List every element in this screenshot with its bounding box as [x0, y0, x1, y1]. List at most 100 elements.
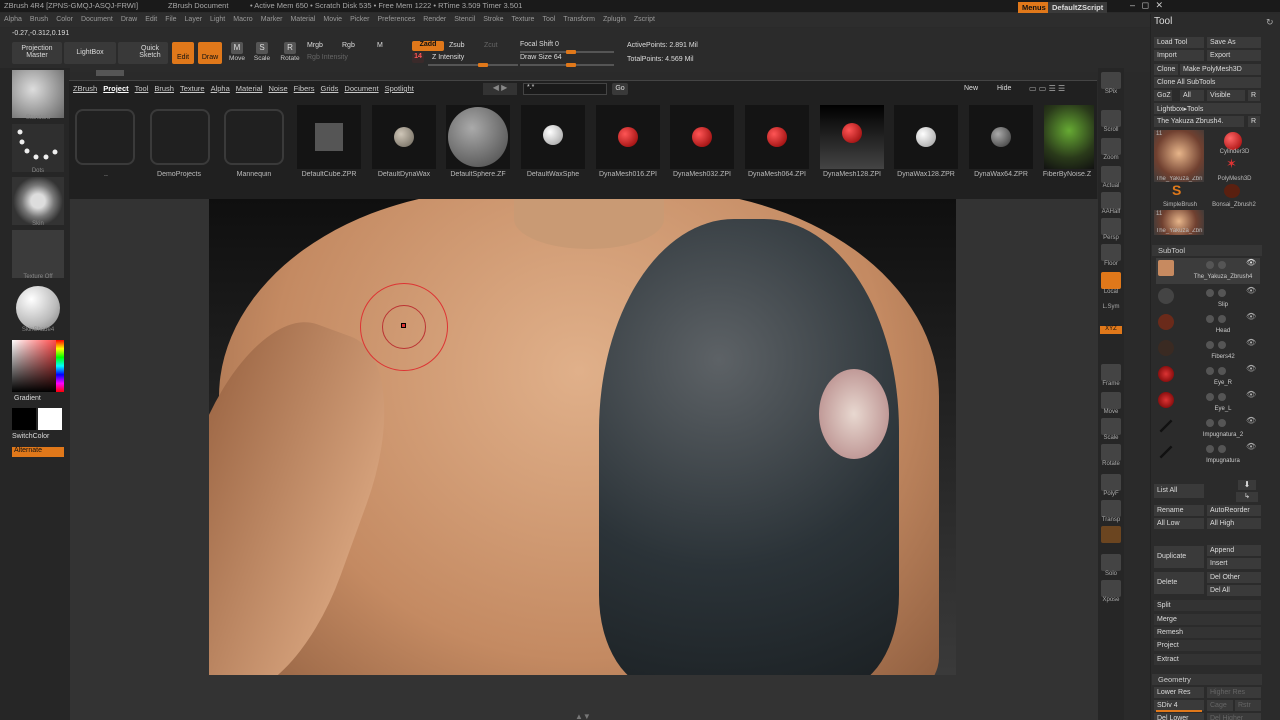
menu-material[interactable]: Material	[286, 13, 319, 23]
remesh-section[interactable]: Remesh	[1154, 627, 1261, 638]
menu-layer[interactable]: Layer	[181, 13, 207, 23]
menu-file[interactable]: File	[161, 13, 180, 23]
subtool-row[interactable]: 👁 Eye_R	[1156, 364, 1260, 390]
goz-r-button[interactable]: R	[1248, 90, 1260, 101]
maximize-icon[interactable]: ◻	[1142, 0, 1149, 10]
scroll-button[interactable]: Scroll	[1100, 110, 1122, 133]
gradient-button[interactable]: Gradient	[14, 395, 41, 402]
delete-button[interactable]: Delete	[1154, 572, 1204, 594]
zoom-button[interactable]: Zoom	[1100, 138, 1122, 161]
lightbox-tools-button[interactable]: Lightbox▸Tools	[1154, 103, 1261, 114]
zcut-button[interactable]: Zcut	[484, 42, 498, 49]
cage-button[interactable]: Cage	[1207, 700, 1233, 711]
move-down-branch-icon[interactable]: ↳	[1236, 492, 1258, 502]
menu-render[interactable]: Render	[419, 13, 450, 23]
bonsai-thumb[interactable]	[1224, 184, 1240, 198]
menu-edit[interactable]: Edit	[141, 13, 161, 23]
higher-res-button[interactable]: Higher Res	[1207, 687, 1261, 698]
subtool-toggle[interactable]	[1218, 261, 1226, 269]
menu-draw[interactable]: Draw	[117, 13, 141, 23]
menu-zplugin[interactable]: Zplugin	[599, 13, 630, 23]
focal-shift-slider[interactable]: Focal Shift 0	[520, 41, 559, 48]
subtool-row[interactable]: 👁 Head	[1156, 312, 1260, 338]
move-mode-button[interactable]: M Move	[227, 42, 247, 62]
viewport-canvas[interactable]	[209, 199, 956, 675]
subtool-toggle[interactable]	[1206, 445, 1214, 453]
move-down-arrow-icon[interactable]: ⬇	[1238, 480, 1256, 490]
current-tool-slider[interactable]: The Yakuza Zbrush4.	[1154, 116, 1244, 127]
menu-texture[interactable]: Texture	[507, 13, 538, 23]
rotate-view-button[interactable]: Rotate	[1100, 444, 1122, 467]
polymesh-star-icon[interactable]: ✶	[1226, 156, 1237, 172]
subtool-row[interactable]: 👁 Impugnatura_2	[1156, 416, 1260, 442]
folder-icon[interactable]	[224, 109, 284, 165]
menu-transform[interactable]: Transform	[559, 13, 599, 23]
eye-icon[interactable]: 👁	[1246, 416, 1256, 425]
move-view-button[interactable]: Move	[1100, 392, 1122, 415]
import-button[interactable]: Import	[1154, 50, 1204, 61]
eye-icon[interactable]: 👁	[1246, 390, 1256, 399]
subtool-toggle[interactable]	[1206, 289, 1214, 297]
z-intensity-slider[interactable]: Z Intensity	[432, 54, 464, 61]
mrgb-button[interactable]: Mrgb	[307, 42, 323, 49]
project-thumb[interactable]	[596, 105, 660, 169]
tab-tool[interactable]: Tool	[135, 84, 149, 93]
folder-icon[interactable]	[75, 109, 135, 165]
floor-button[interactable]: Floor	[1100, 244, 1122, 267]
zadd-button[interactable]: Zadd	[412, 41, 444, 51]
zsub-button[interactable]: Zsub	[449, 42, 465, 49]
tool-thumb-current[interactable]	[1154, 130, 1204, 182]
search-input[interactable]: *.*	[523, 83, 607, 95]
go-button[interactable]: Go	[612, 83, 628, 95]
subtool-toggle[interactable]	[1206, 419, 1214, 427]
menu-marker[interactable]: Marker	[257, 13, 287, 23]
insert-button[interactable]: Insert	[1207, 558, 1261, 569]
solo-button[interactable]: Solo	[1100, 554, 1122, 577]
subtool-toggle[interactable]	[1206, 341, 1214, 349]
tab-alpha[interactable]: Alpha	[211, 84, 230, 93]
merge-section[interactable]: Merge	[1154, 614, 1261, 625]
tab-spotlight[interactable]: Spotlight	[385, 84, 414, 93]
lightbox-button[interactable]: LightBox	[64, 42, 116, 64]
subtool-toggle[interactable]	[1218, 289, 1226, 297]
del-all-button[interactable]: Del All	[1207, 585, 1261, 596]
project-section[interactable]: Project	[1154, 640, 1261, 651]
hide-button[interactable]: Hide	[997, 85, 1011, 92]
transp-button[interactable]: Transp	[1100, 500, 1122, 523]
menu-light[interactable]: Light	[206, 13, 229, 23]
scale-mode-button[interactable]: S Scale	[252, 42, 272, 62]
subtool-row[interactable]: 👁 Impugnatura	[1156, 442, 1260, 468]
palette-refresh-icon[interactable]: ↻	[1266, 17, 1274, 28]
alternate-button[interactable]: Alternate	[12, 447, 64, 457]
append-button[interactable]: Append	[1207, 545, 1261, 556]
xyz-button[interactable]: XYZ	[1100, 326, 1122, 334]
project-thumb[interactable]	[894, 105, 958, 169]
spix-button[interactable]: SPix	[1100, 72, 1122, 95]
menu-document[interactable]: Document	[77, 13, 117, 23]
menu-picker[interactable]: Picker	[346, 13, 373, 23]
menu-color[interactable]: Color	[52, 13, 77, 23]
z-intensity-track[interactable]	[428, 63, 518, 67]
del-other-button[interactable]: Del Other	[1207, 572, 1261, 583]
window-controls[interactable]: – ◻ ✕	[1130, 0, 1163, 11]
subtool-row[interactable]: 👁 The_Yakuza_Zbrush4	[1156, 258, 1260, 284]
material-skinshade-thumb[interactable]	[16, 286, 60, 330]
del-lower-button[interactable]: Del Lower	[1154, 713, 1204, 720]
draw-mode-button[interactable]: Draw	[198, 42, 222, 64]
texture-off-thumb[interactable]	[12, 230, 64, 278]
menu-zscript[interactable]: Zscript	[630, 13, 659, 23]
projection-master-button[interactable]: Projection Master	[12, 42, 62, 64]
rgb-button[interactable]: Rgb	[342, 42, 355, 49]
new-button[interactable]: New	[964, 85, 978, 92]
nav-arrows[interactable]: ◀ ▶	[483, 83, 517, 95]
rename-button[interactable]: Rename	[1154, 505, 1204, 516]
frame-button[interactable]: Frame	[1100, 364, 1122, 387]
xpose-button[interactable]: Xpose	[1100, 580, 1122, 603]
project-thumb[interactable]	[1044, 105, 1094, 169]
bottom-tray-toggle-icon[interactable]: ▲▼	[575, 712, 591, 720]
subtool-toggle[interactable]	[1218, 445, 1226, 453]
tab-brush[interactable]: Brush	[154, 84, 174, 93]
tab-material[interactable]: Material	[236, 84, 263, 93]
split-section[interactable]: Split	[1154, 600, 1261, 611]
subtool-toggle[interactable]	[1218, 367, 1226, 375]
